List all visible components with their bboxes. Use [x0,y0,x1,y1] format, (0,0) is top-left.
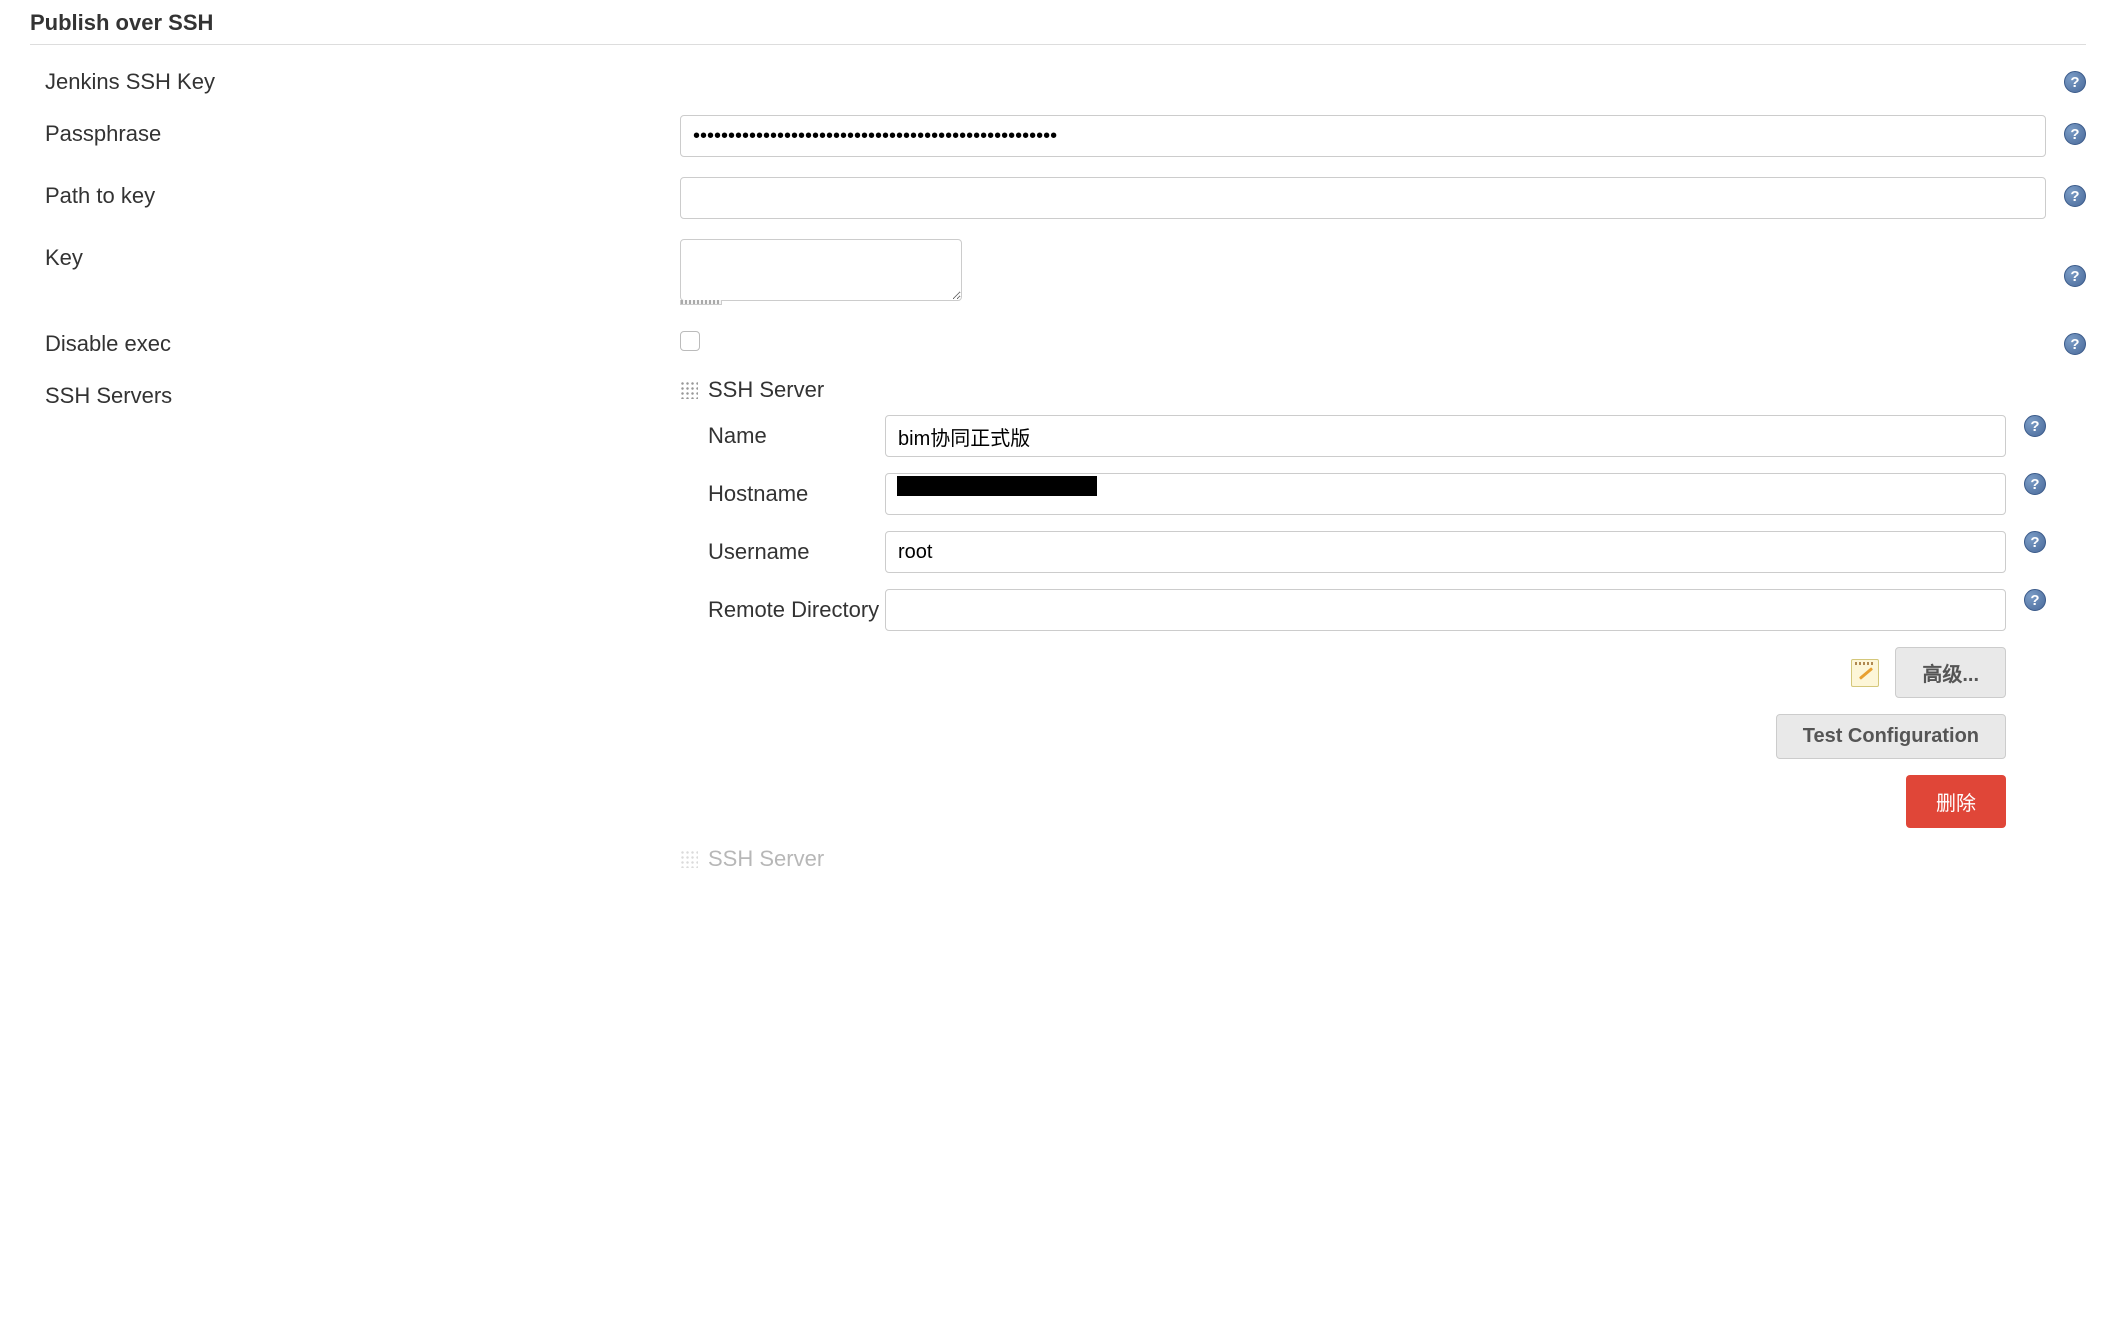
section-header: Publish over SSH [30,0,2086,45]
path-to-key-input[interactable] [680,177,2046,219]
ssh-remote-dir-row: Remote Directory ? [680,581,2046,639]
ghost-ssh-server-row: SSH Server [30,846,2086,872]
test-configuration-button[interactable]: Test Configuration [1776,714,2006,759]
help-icon[interactable]: ? [2024,473,2046,495]
redacted-overlay [897,476,1097,496]
delete-button-row: 删除 [680,767,2046,836]
path-to-key-row: Path to key ? [30,167,2086,229]
notepad-icon [1851,659,1879,687]
help-icon[interactable]: ? [2024,531,2046,553]
passphrase-row: Passphrase ? [30,105,2086,167]
help-icon[interactable]: ? [2064,333,2086,355]
jenkins-ssh-key-row: Jenkins SSH Key ? [30,53,2086,105]
key-row: Key ? [30,229,2086,315]
path-to-key-label: Path to key [30,177,680,209]
textarea-resize-handle[interactable] [680,300,722,305]
ssh-name-label: Name [680,415,885,449]
advanced-button[interactable]: 高级... [1895,647,2006,698]
ssh-hostname-label: Hostname [680,473,885,507]
test-config-button-row: Test Configuration [680,706,2046,767]
ghost-ssh-server-label: SSH Server [708,846,824,872]
ssh-username-row: Username ? [680,523,2046,581]
passphrase-label: Passphrase [30,115,680,147]
ssh-server-title: SSH Server [708,377,824,403]
disable-exec-row: Disable exec ? [30,315,2086,367]
drag-handle-icon[interactable] [680,381,698,399]
drag-handle-icon[interactable] [680,850,698,868]
help-icon[interactable]: ? [2024,415,2046,437]
key-label: Key [30,239,680,271]
disable-exec-label: Disable exec [30,325,680,357]
ssh-name-row: Name ? [680,407,2046,465]
jenkins-ssh-key-label: Jenkins SSH Key [30,63,680,95]
key-textarea[interactable] [680,239,962,301]
advanced-button-row: 高级... [680,639,2046,706]
ssh-remote-dir-label: Remote Directory [680,589,885,623]
ssh-username-input[interactable] [885,531,2006,573]
ssh-remote-dir-input[interactable] [885,589,2006,631]
ssh-servers-label: SSH Servers [30,377,680,409]
disable-exec-checkbox[interactable] [680,331,700,351]
help-icon[interactable]: ? [2064,185,2086,207]
ssh-servers-row: SSH Servers SSH Server Name ? Hostname [30,367,2086,846]
ssh-name-input[interactable] [885,415,2006,457]
help-icon[interactable]: ? [2064,71,2086,93]
delete-button[interactable]: 删除 [1906,775,2006,828]
ssh-server-header: SSH Server [680,377,2046,407]
help-icon[interactable]: ? [2064,123,2086,145]
help-icon[interactable]: ? [2064,265,2086,287]
passphrase-input[interactable] [680,115,2046,157]
ssh-server-block: SSH Server Name ? Hostname ? [680,377,2046,836]
help-icon[interactable]: ? [2024,589,2046,611]
ssh-hostname-row: Hostname ? [680,465,2046,523]
ssh-username-label: Username [680,531,885,565]
